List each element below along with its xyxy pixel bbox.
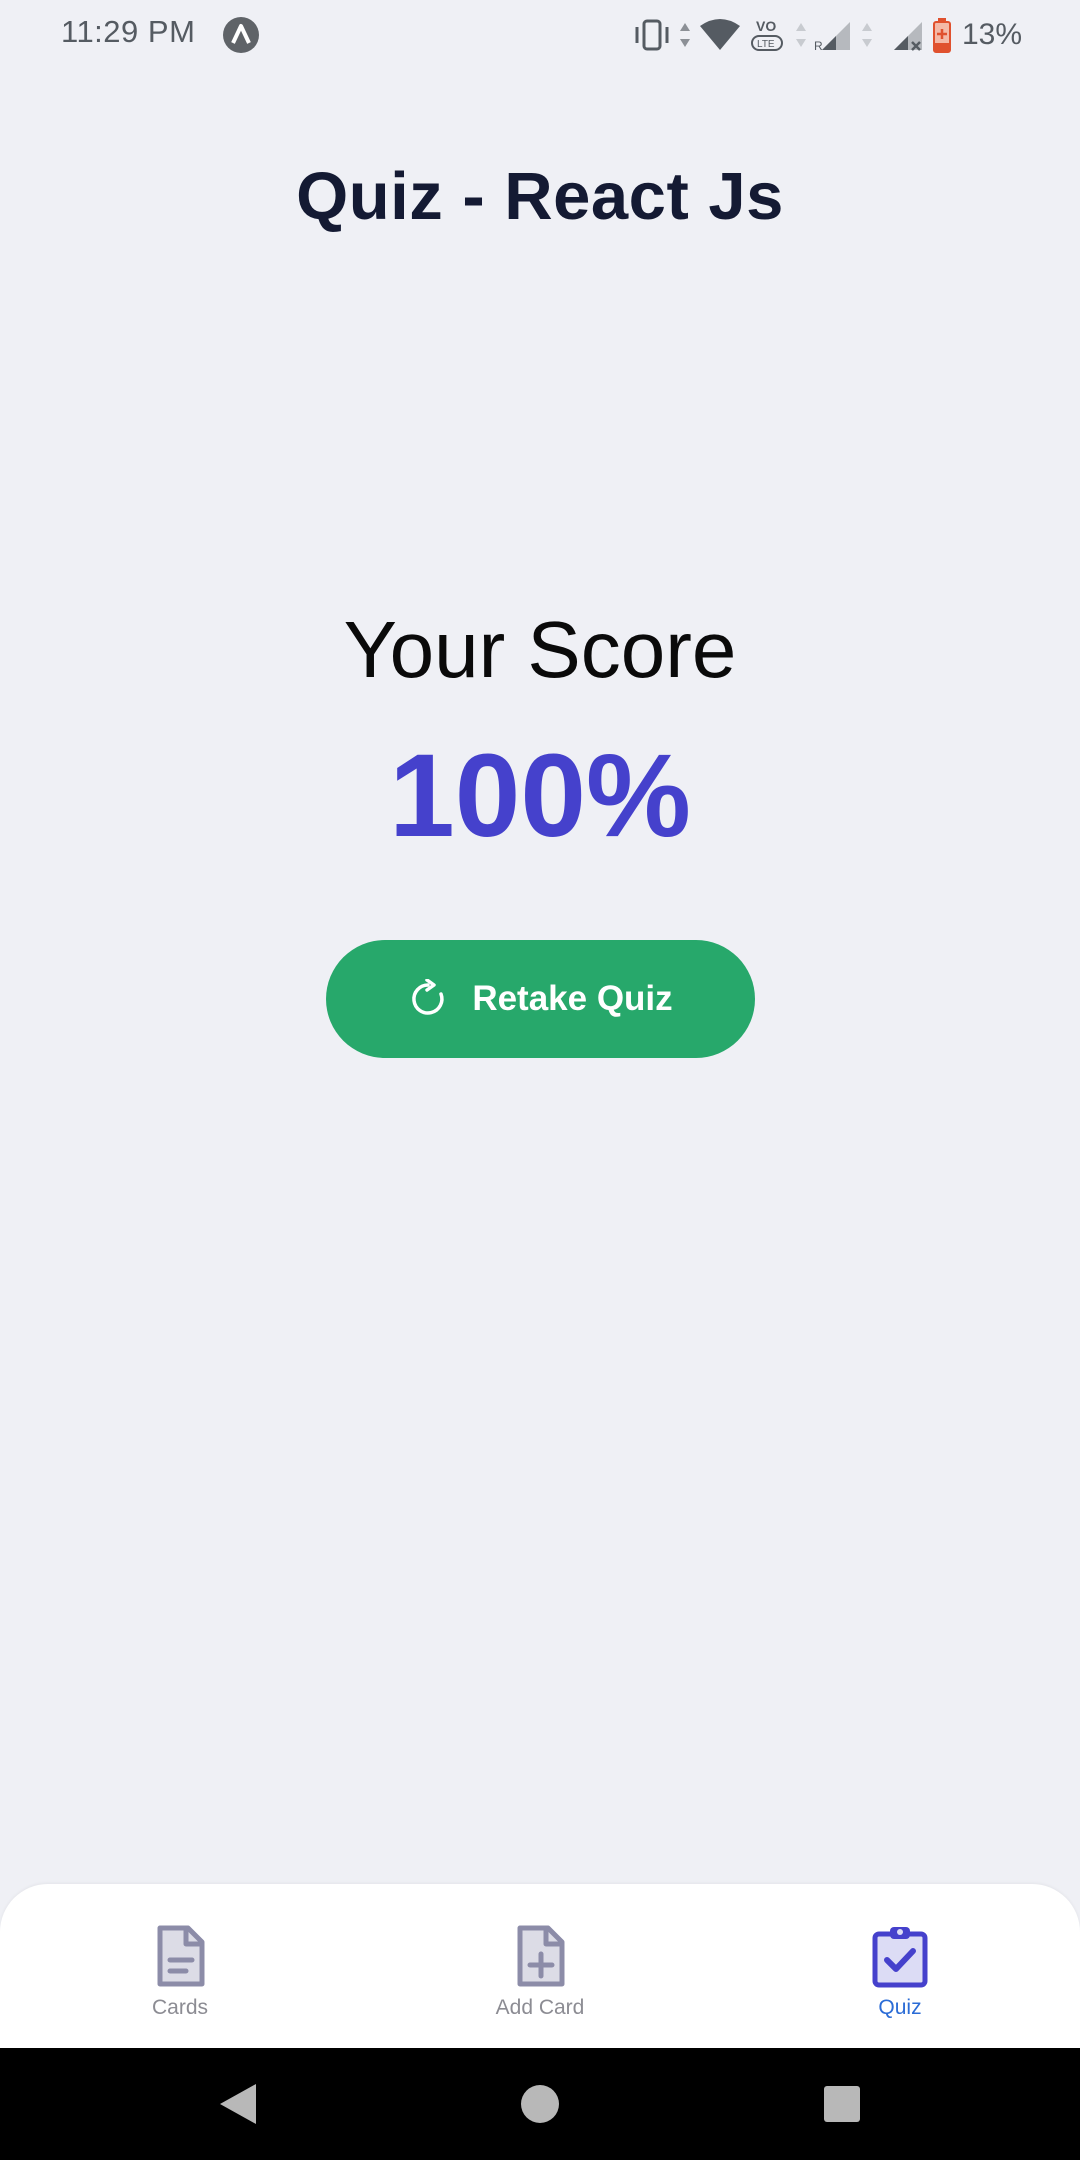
- vibrate-icon: [635, 19, 669, 51]
- retake-quiz-label: Retake Quiz: [472, 979, 673, 1018]
- data-arrows-icon-3: [861, 23, 872, 47]
- battery-low-icon: [932, 18, 951, 53]
- home-icon[interactable]: [518, 2082, 562, 2126]
- status-bar: 11:29 PM VO LTE R 13%: [0, 0, 1080, 70]
- bottom-tab-bar: Cards Add Card Quiz: [0, 1884, 1080, 2048]
- svg-text:VO: VO: [756, 18, 776, 34]
- recents-icon[interactable]: [820, 2082, 864, 2126]
- system-nav-bar: [0, 2048, 1080, 2160]
- refresh-icon: [412, 979, 444, 1015]
- notification-app-icon: [223, 17, 259, 53]
- retake-quiz-button[interactable]: Retake Quiz: [326, 940, 755, 1058]
- tab-quiz-label: Quiz: [878, 1996, 922, 2019]
- clipboard-check-icon: [872, 1927, 928, 1988]
- tab-add-card[interactable]: Add Card: [440, 1884, 640, 2048]
- tab-cards-label: Cards: [151, 1996, 209, 2019]
- score-value: 100%: [389, 730, 691, 862]
- back-icon[interactable]: [216, 2082, 260, 2126]
- svg-text:LTE: LTE: [757, 39, 775, 50]
- tab-cards[interactable]: Cards: [80, 1884, 280, 2048]
- data-arrows-icon-2: [795, 23, 806, 47]
- status-icons: VO LTE R 13%: [626, 12, 1022, 58]
- battery-percent: 13%: [961, 18, 1022, 51]
- score-label: Your Score: [343, 605, 737, 694]
- data-arrows-icon: [679, 23, 690, 47]
- volte-icon: VO LTE: [750, 18, 783, 51]
- signal-icon: [893, 22, 922, 51]
- svg-text:R: R: [814, 39, 823, 52]
- page-title: Quiz - React Js: [296, 159, 784, 234]
- wifi-icon: [699, 19, 740, 50]
- document-add-icon: [517, 1925, 565, 1987]
- tab-add-card-label: Add Card: [495, 1996, 585, 2019]
- document-icon: [157, 1925, 205, 1987]
- status-time: 11:29 PM: [61, 14, 196, 49]
- screen: 11:29 PM VO LTE R 13% Quiz - React Js Yo…: [0, 0, 1080, 2160]
- signal-roaming-icon: R: [814, 22, 850, 52]
- tab-quiz[interactable]: Quiz: [800, 1884, 1000, 2048]
